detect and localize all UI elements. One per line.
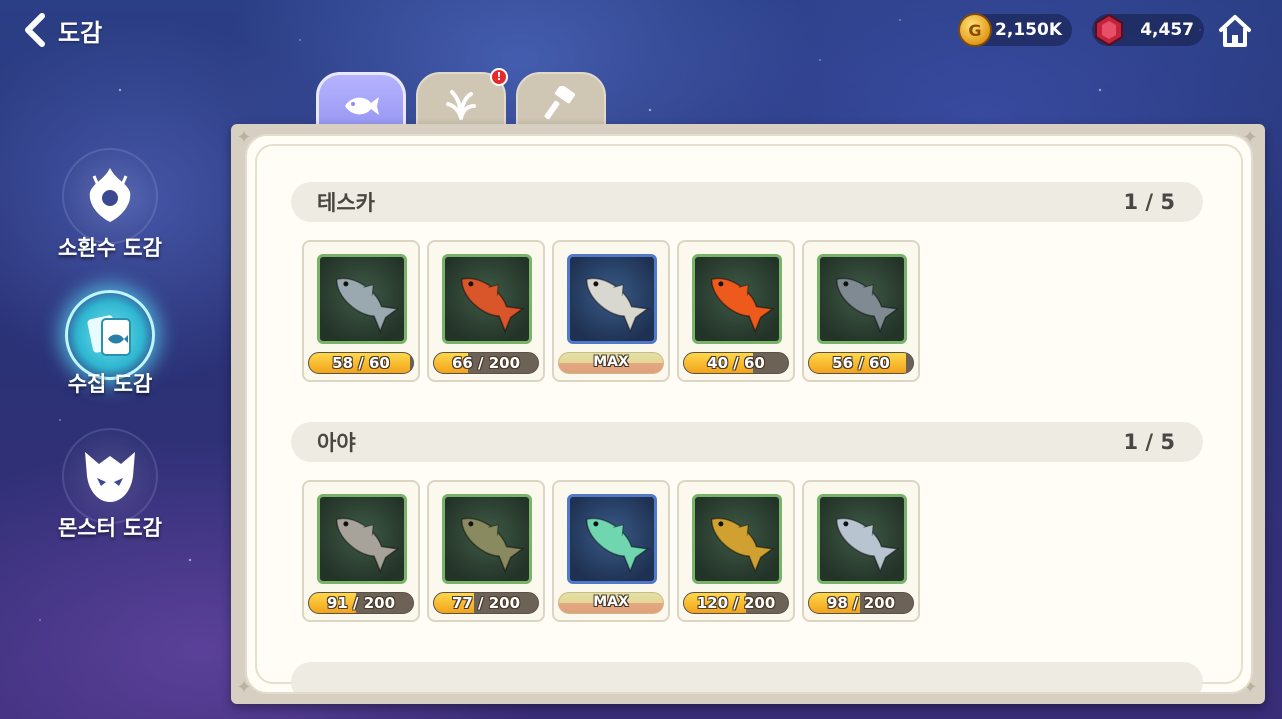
collection-card-grouper[interactable]: 66 / 200 <box>427 240 545 382</box>
progress-bar: MAX <box>558 592 664 614</box>
section-header: 테스카 1 / 5 <box>291 182 1203 222</box>
back-button[interactable]: 도감 <box>20 12 102 48</box>
catfish-icon <box>817 254 907 344</box>
progress-label: 56 / 60 <box>832 354 890 372</box>
progress-bar: 56 / 60 <box>808 352 914 374</box>
progress-label: MAX <box>593 594 629 610</box>
collection-card-trout[interactable]: 91 / 200 <box>302 480 420 622</box>
progress-label: 58 / 60 <box>332 354 390 372</box>
progress-label: 98 / 200 <box>826 594 896 612</box>
nav-summon-codex[interactable]: 소환수 도감 <box>40 148 180 262</box>
progress-label: 77 / 200 <box>451 594 521 612</box>
collection-card-herring[interactable]: MAX <box>552 480 670 622</box>
gem-counter[interactable]: 4,457 <box>1092 13 1204 47</box>
needlefish-icon <box>317 254 407 344</box>
progress-bar: MAX <box>558 352 664 374</box>
nav-monster-codex[interactable]: 몬스터 도감 <box>40 428 180 542</box>
collection-card-needlefish[interactable]: 58 / 60 <box>302 240 420 382</box>
home-icon <box>1216 15 1254 54</box>
progress-label: 120 / 200 <box>696 594 776 612</box>
gold-counter[interactable]: G 2,150K <box>958 13 1072 47</box>
page-title: 도감 <box>58 18 103 47</box>
progress-label: 91 / 200 <box>326 594 396 612</box>
gold-amount: 2,150K <box>995 20 1062 40</box>
collection-card-bass[interactable]: 77 / 200 <box>427 480 545 622</box>
section-name: 아야 <box>317 431 356 455</box>
gem-amount: 4,457 <box>1140 20 1194 40</box>
collection-card-clownfish[interactable]: 40 / 60 <box>677 240 795 382</box>
codex-panel[interactable]: 테스카 1 / 5 58 / 60 66 / 200 MAX 40 / 60 56 / … <box>245 134 1253 694</box>
progress-bar: 58 / 60 <box>308 352 414 374</box>
section-count: 1 / 5 <box>1123 430 1175 454</box>
progress-bar: 98 / 200 <box>808 592 914 614</box>
clownfish-icon <box>692 254 782 344</box>
progress-label: 40 / 60 <box>707 354 765 372</box>
progress-label: MAX <box>593 354 629 370</box>
trout-icon <box>317 494 407 584</box>
plant-icon <box>444 86 478 124</box>
fish-icon <box>341 91 381 125</box>
home-button[interactable] <box>1216 12 1254 50</box>
alert-badge: ! <box>490 68 508 86</box>
collection-card-catfish[interactable]: 56 / 60 <box>802 240 920 382</box>
herring-icon <box>567 494 657 584</box>
chevron-left-icon <box>20 12 50 48</box>
collection-card-perch[interactable]: 120 / 200 <box>677 480 795 622</box>
summon-crest-icon <box>62 148 158 244</box>
section-header-partial <box>291 662 1203 692</box>
spotted-flounder-icon <box>567 254 657 344</box>
progress-bar: 120 / 200 <box>683 592 789 614</box>
progress-label: 66 / 200 <box>451 354 521 372</box>
hammer-icon <box>544 84 578 124</box>
perch-icon <box>692 494 782 584</box>
collection-card-spotted-flounder[interactable]: MAX <box>552 240 670 382</box>
monster-mask-icon <box>62 428 158 524</box>
progress-bar: 91 / 200 <box>308 592 414 614</box>
collection-card-mackerel[interactable]: 98 / 200 <box>802 480 920 622</box>
bass-icon <box>442 494 532 584</box>
section-name: 테스카 <box>317 191 375 215</box>
mackerel-icon <box>817 494 907 584</box>
nav-collection-codex[interactable]: 수집 도감 <box>40 290 180 398</box>
collection-cards-icon <box>65 290 155 380</box>
gem-icon <box>1094 13 1124 47</box>
nav-label: 소환수 도감 <box>58 236 162 260</box>
section-count: 1 / 5 <box>1123 190 1175 214</box>
nav-label: 수집 도감 <box>67 372 153 396</box>
progress-bar: 40 / 60 <box>683 352 789 374</box>
nav-label: 몬스터 도감 <box>58 516 162 540</box>
progress-bar: 77 / 200 <box>433 592 539 614</box>
progress-bar: 66 / 200 <box>433 352 539 374</box>
grouper-icon <box>442 254 532 344</box>
section-header: 아야 1 / 5 <box>291 422 1203 462</box>
gold-coin-icon: G <box>958 13 992 47</box>
